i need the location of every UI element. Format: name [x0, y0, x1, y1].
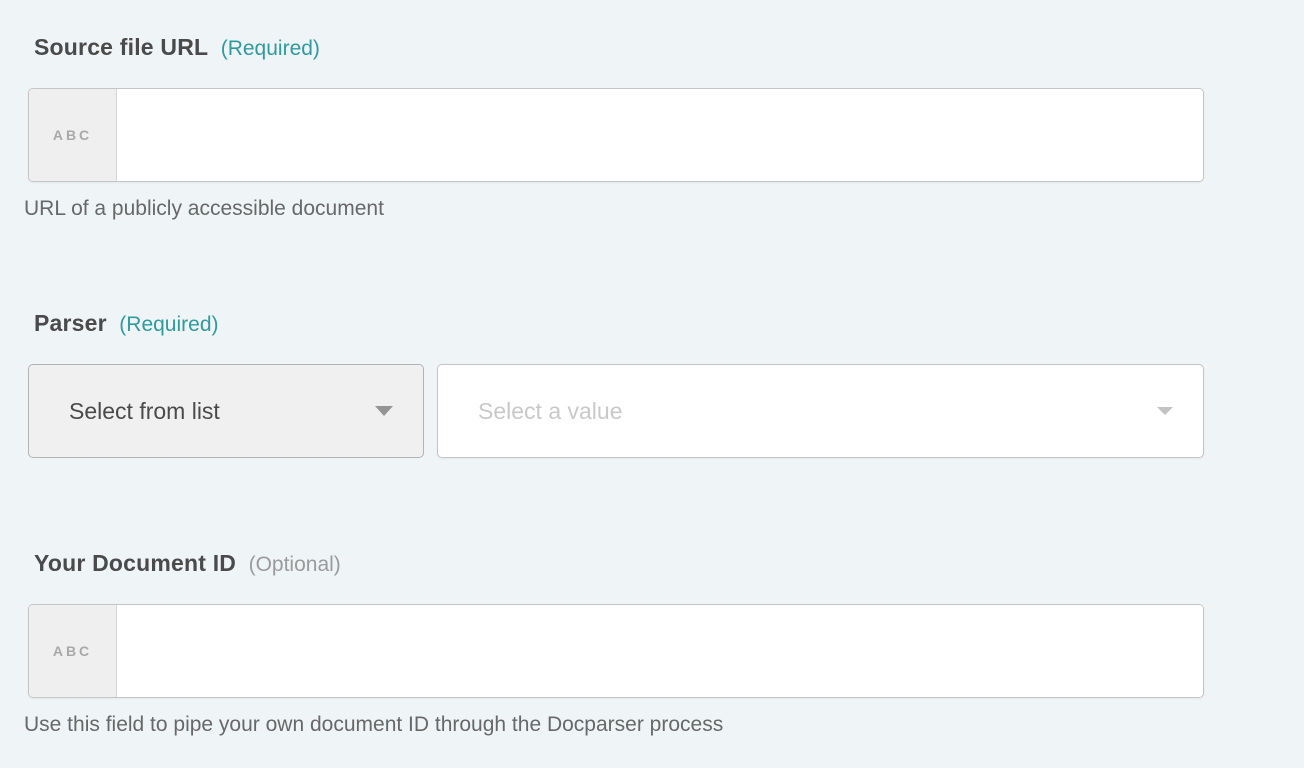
- field-group-source-url: Source file URL (Required) ABC URL of a …: [28, 34, 1204, 222]
- document-id-help-text: Use this field to pipe your own document…: [24, 712, 1204, 738]
- parser-mode-dropdown-label: Select from list: [69, 398, 220, 425]
- source-url-label: Source file URL: [34, 34, 208, 60]
- chevron-down-icon: [375, 406, 393, 416]
- text-field-type-icon: ABC: [29, 605, 117, 697]
- parser-value-placeholder: Select a value: [478, 398, 622, 425]
- document-id-label-row: Your Document ID (Optional): [34, 550, 1204, 580]
- parser-mode-dropdown[interactable]: Select from list: [28, 364, 424, 458]
- text-field-type-icon: ABC: [29, 89, 117, 181]
- document-id-input-box: ABC: [28, 604, 1204, 698]
- parser-required-tag: (Required): [119, 313, 218, 336]
- zap-field-form: Source file URL (Required) ABC URL of a …: [0, 0, 1232, 738]
- document-id-optional-tag: (Optional): [249, 553, 341, 576]
- source-url-input[interactable]: [117, 89, 1203, 181]
- field-group-parser: Parser (Required) Select from list Selec…: [28, 310, 1204, 458]
- source-url-input-box: ABC: [28, 88, 1204, 182]
- document-id-input[interactable]: [117, 605, 1203, 697]
- parser-label-row: Parser (Required): [34, 310, 1204, 340]
- source-url-required-tag: (Required): [221, 37, 320, 60]
- parser-controls-row: Select from list Select a value: [28, 364, 1204, 458]
- chevron-down-icon: [1157, 407, 1173, 415]
- field-group-document-id: Your Document ID (Optional) ABC Use this…: [28, 550, 1204, 738]
- document-id-label: Your Document ID: [34, 550, 236, 576]
- source-url-label-row: Source file URL (Required): [34, 34, 1204, 64]
- parser-label: Parser: [34, 310, 107, 336]
- parser-value-dropdown[interactable]: Select a value: [437, 364, 1204, 458]
- source-url-help-text: URL of a publicly accessible document: [24, 196, 1204, 222]
